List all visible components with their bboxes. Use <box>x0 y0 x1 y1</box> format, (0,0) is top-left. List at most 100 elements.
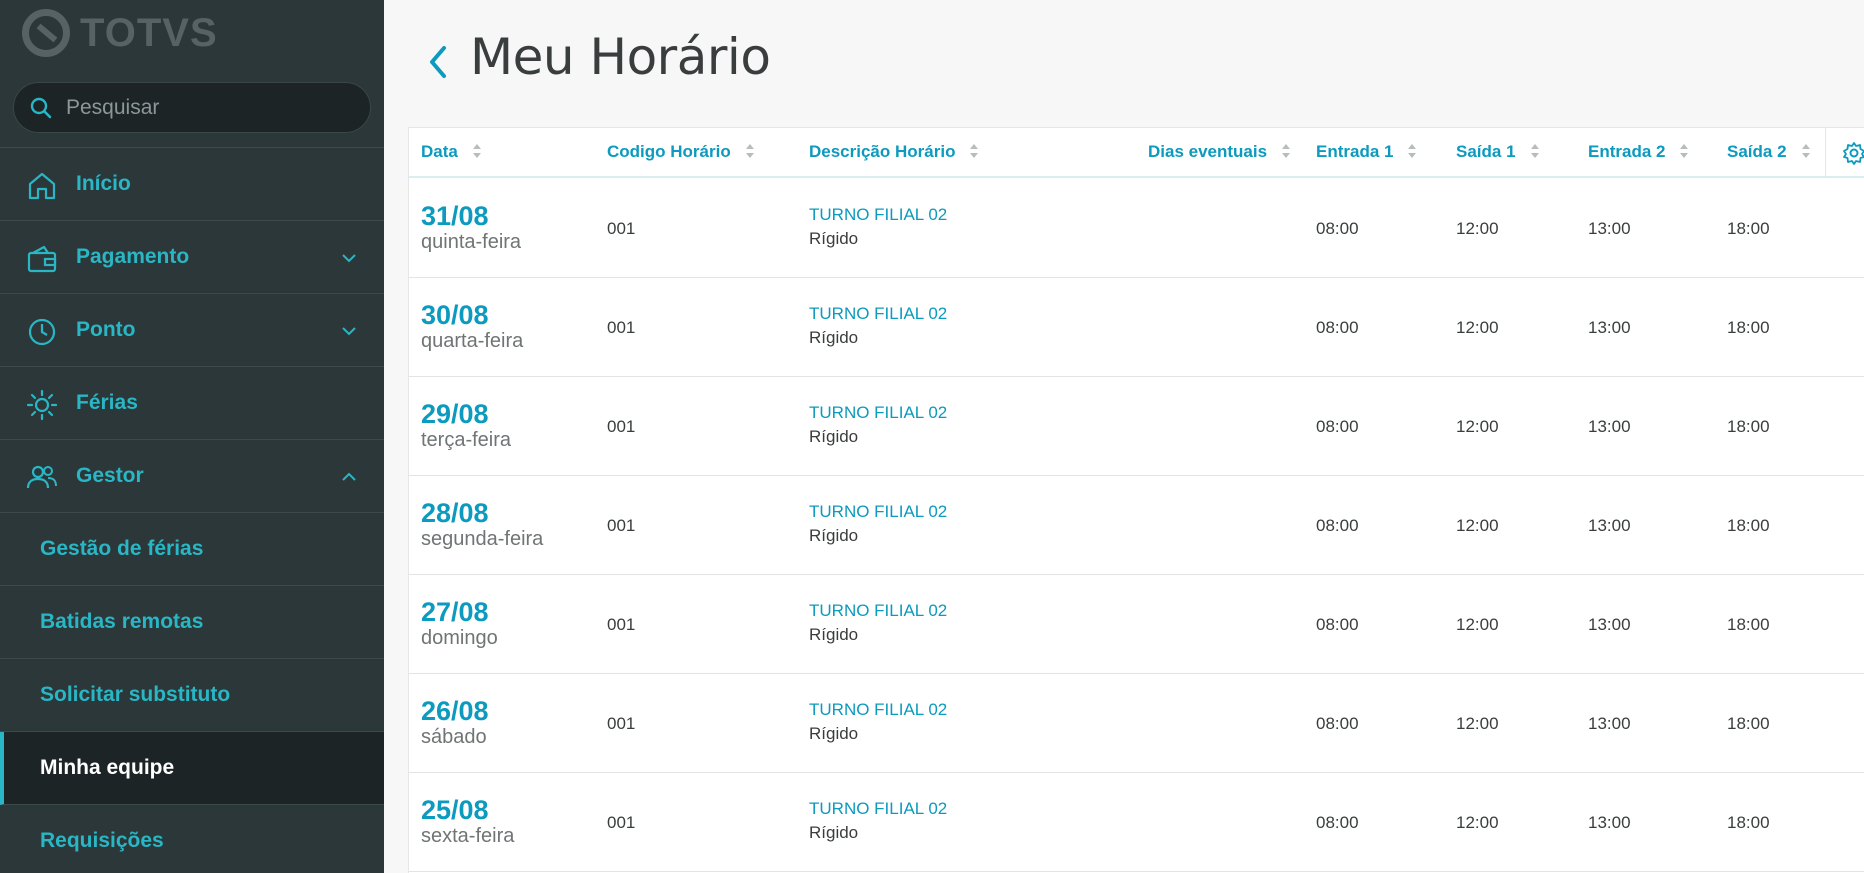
row-weekday: sábado <box>421 726 487 748</box>
submenu-item-minha-equipe[interactable]: Minha equipe <box>0 732 384 805</box>
column-header-label: Descrição Horário <box>809 142 956 161</box>
row-date: 25/08 <box>421 795 489 825</box>
cell-entrada-1: 08:00 <box>1316 318 1359 337</box>
column-settings[interactable] <box>1825 128 1864 178</box>
row-schedule-type: Rígido <box>809 229 859 248</box>
menu-item-ponto[interactable]: Ponto <box>0 294 384 367</box>
cell-saida-1: 12:00 <box>1456 615 1499 634</box>
cell-entrada-2: 13:00 <box>1588 318 1631 337</box>
search-box[interactable] <box>13 82 371 133</box>
table-row[interactable]: 25/08 sexta-feira TURNO FILIAL 02 Rígido 001… <box>409 773 1864 872</box>
cell-saida-2: 18:00 <box>1727 417 1770 436</box>
cell-codigo: 001 <box>607 219 636 238</box>
column-header-saida-2[interactable]: Saída 2 <box>1727 142 1811 162</box>
row-description: TURNO FILIAL 02 <box>809 403 948 422</box>
menu-label-gestor: Gestor <box>76 464 144 487</box>
main-menu: Início Pagamento Ponto Férias Gestor Ges… <box>0 147 384 873</box>
submenu-item-solicitar-substituto[interactable]: Solicitar substituto <box>0 659 384 732</box>
menu-item-gestor[interactable]: Gestor <box>0 440 384 513</box>
chevron-left-icon[interactable] <box>424 44 454 80</box>
column-header-label: Entrada 1 <box>1316 142 1394 161</box>
cell-codigo: 001 <box>607 714 636 733</box>
cell-saida-1: 12:00 <box>1456 417 1499 436</box>
table-header: Data Codigo Horário Descrição Horário Di… <box>409 128 1864 178</box>
cell-codigo: 001 <box>607 813 636 832</box>
row-weekday: quarta-feira <box>421 330 524 352</box>
gear-icon <box>1843 142 1864 165</box>
row-weekday: sexta-feira <box>421 825 515 847</box>
cell-saida-1: 12:00 <box>1456 813 1499 832</box>
table-row[interactable]: 29/08 terça-feira TURNO FILIAL 02 Rígido 001… <box>409 377 1864 476</box>
cell-saida-2: 18:00 <box>1727 516 1770 535</box>
row-weekday: segunda-feira <box>421 528 544 550</box>
cell-saida-1: 12:00 <box>1456 219 1499 238</box>
menu-item-inicio[interactable]: Início <box>0 148 384 221</box>
sort-icon <box>1281 144 1291 160</box>
row-schedule-type: Rígido <box>809 427 859 446</box>
cell-entrada-2: 13:00 <box>1588 615 1631 634</box>
totvs-logo-text: TOTVS <box>80 10 218 55</box>
cell-codigo: 001 <box>607 318 636 337</box>
cell-entrada-1: 08:00 <box>1316 714 1359 733</box>
column-header-dias-eventuais[interactable]: Dias eventuais <box>1148 142 1291 162</box>
row-date: 29/08 <box>421 399 489 429</box>
row-description: TURNO FILIAL 02 <box>809 502 948 521</box>
cell-entrada-2: 13:00 <box>1588 813 1631 832</box>
submenu-item-gestao-ferias[interactable]: Gestão de férias <box>0 513 384 586</box>
row-description: TURNO FILIAL 02 <box>809 205 948 224</box>
table-row[interactable]: 27/08 domingo TURNO FILIAL 02 Rígido 001 08:0… <box>409 575 1864 674</box>
column-header-codigo[interactable]: Codigo Horário <box>607 142 755 162</box>
row-description: TURNO FILIAL 02 <box>809 601 948 620</box>
row-date: 26/08 <box>421 696 489 726</box>
clock-icon <box>28 318 56 346</box>
cell-entrada-2: 13:00 <box>1588 417 1631 436</box>
chevron-down-icon <box>342 327 356 336</box>
column-header-descricao[interactable]: Descrição Horário <box>809 142 979 162</box>
column-header-saida-1[interactable]: Saída 1 <box>1456 142 1540 162</box>
submenu-item-requisicoes[interactable]: Requisições <box>0 805 384 873</box>
cell-codigo: 001 <box>607 615 636 634</box>
search-icon <box>30 97 52 118</box>
cell-entrada-1: 08:00 <box>1316 813 1359 832</box>
cell-entrada-1: 08:00 <box>1316 219 1359 238</box>
menu-label-inicio: Início <box>76 172 131 195</box>
search-input[interactable] <box>66 95 346 120</box>
row-weekday: terça-feira <box>421 429 512 451</box>
cell-entrada-2: 13:00 <box>1588 714 1631 733</box>
menu-item-ferias[interactable]: Férias <box>0 367 384 440</box>
sun-icon <box>26 389 58 421</box>
column-header-data[interactable]: Data <box>421 142 482 162</box>
sort-icon <box>472 144 482 160</box>
table-row[interactable]: 30/08 quarta-feira TURNO FILIAL 02 Rígido 00… <box>409 278 1864 377</box>
cell-entrada-1: 08:00 <box>1316 516 1359 535</box>
cell-saida-2: 18:00 <box>1727 318 1770 337</box>
column-header-entrada-1[interactable]: Entrada 1 <box>1316 142 1417 162</box>
submenu-item-batidas-remotas[interactable]: Batidas remotas <box>0 586 384 659</box>
cell-codigo: 001 <box>607 516 636 535</box>
cell-saida-1: 12:00 <box>1456 516 1499 535</box>
menu-label-ferias: Férias <box>76 391 138 414</box>
table-row[interactable]: 26/08 sábado TURNO FILIAL 02 Rígido 001 08:00… <box>409 674 1864 773</box>
column-header-label: Saída 1 <box>1456 142 1516 161</box>
table-row[interactable]: 28/08 segunda-feira TURNO FILIAL 02 Rígido 0… <box>409 476 1864 575</box>
cell-entrada-2: 13:00 <box>1588 219 1631 238</box>
row-weekday: quinta-feira <box>421 231 522 253</box>
sort-icon <box>1407 144 1417 160</box>
table-row[interactable]: 31/08 quinta-feira TURNO FILIAL 02 Rígido 00… <box>409 179 1864 278</box>
cell-codigo: 001 <box>607 417 636 436</box>
row-date: 31/08 <box>421 201 489 231</box>
column-header-label: Entrada 2 <box>1588 142 1666 161</box>
cell-saida-2: 18:00 <box>1727 219 1770 238</box>
menu-item-pagamento[interactable]: Pagamento <box>0 221 384 294</box>
column-header-entrada-2[interactable]: Entrada 2 <box>1588 142 1689 162</box>
column-header-label: Codigo Horário <box>607 142 731 161</box>
sort-icon <box>745 144 755 160</box>
totvs-logo[interactable]: TOTVS <box>22 8 218 58</box>
cell-saida-2: 18:00 <box>1727 714 1770 733</box>
sort-icon <box>1530 144 1540 160</box>
row-schedule-type: Rígido <box>809 526 859 545</box>
chevron-down-icon <box>342 254 356 263</box>
cell-saida-1: 12:00 <box>1456 714 1499 733</box>
cell-saida-2: 18:00 <box>1727 813 1770 832</box>
home-icon <box>28 172 56 200</box>
